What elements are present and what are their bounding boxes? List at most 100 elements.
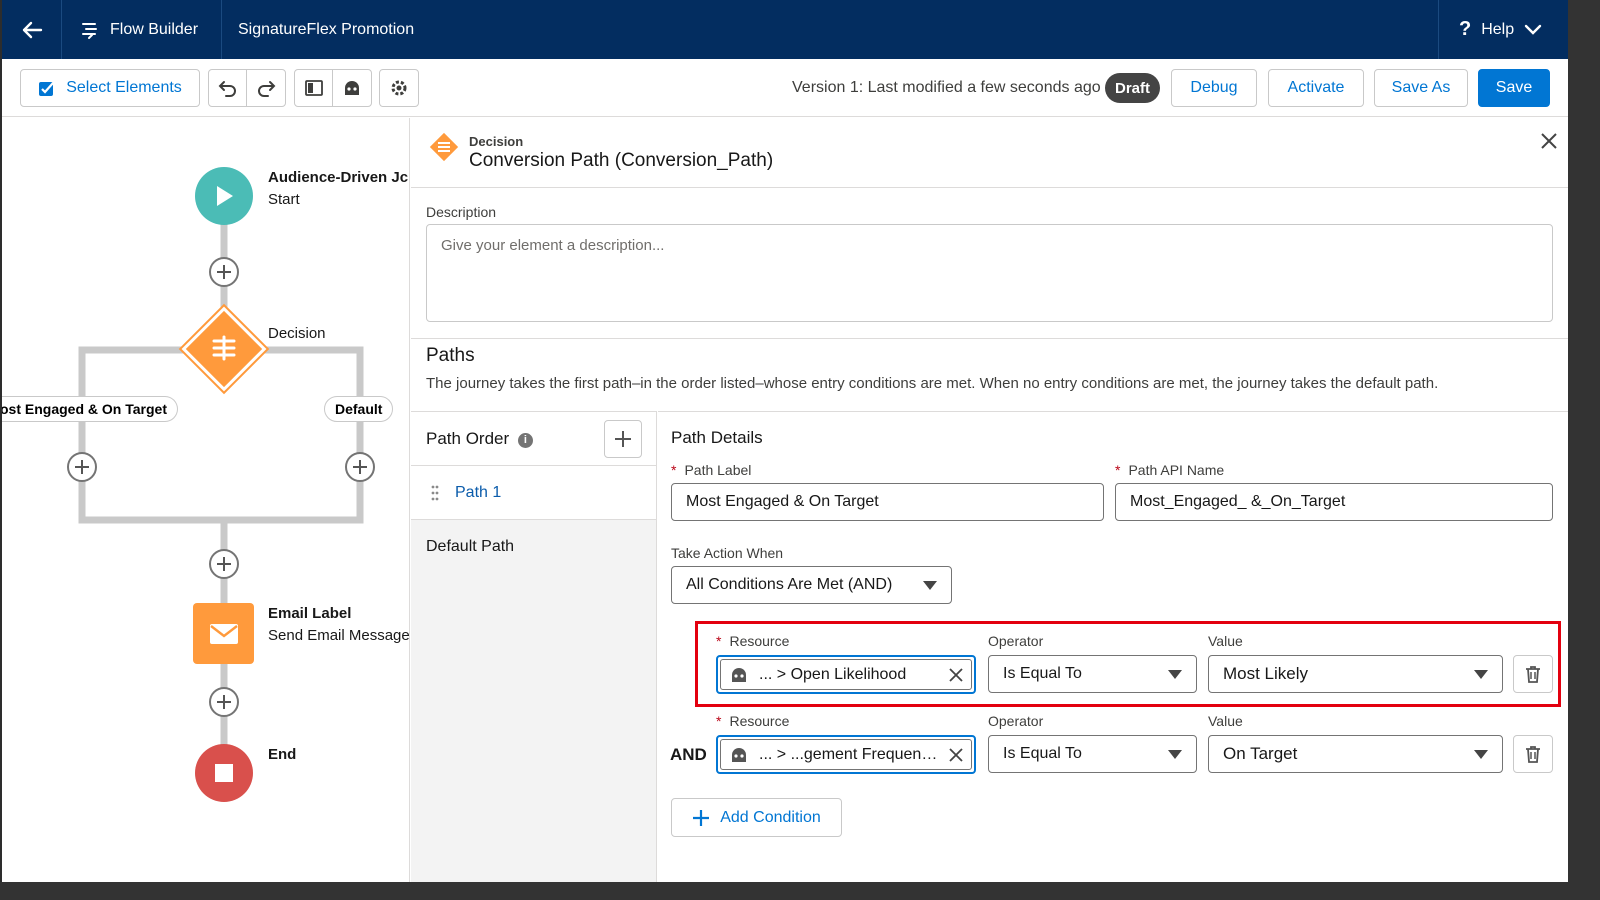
bot-icon — [345, 81, 359, 95]
help-label: Help — [1481, 20, 1515, 38]
clear-icon[interactable] — [949, 667, 963, 682]
email-node[interactable] — [193, 603, 254, 664]
operator-value: Is Equal To — [1003, 665, 1082, 682]
play-icon — [217, 186, 233, 206]
arrow-left-icon — [22, 21, 42, 38]
resource-label: * Resource — [716, 713, 789, 729]
path-order-list: Path Order i Path 1 Default Path — [411, 411, 657, 882]
value-select[interactable]: Most Likely — [1208, 655, 1503, 693]
back-button[interactable] — [2, 0, 62, 59]
resource-picker[interactable]: ... > ...gement Frequency... — [716, 735, 976, 774]
caret-down-icon — [1168, 669, 1182, 679]
caret-down-icon — [1474, 749, 1488, 759]
close-icon — [1541, 133, 1557, 149]
add-element-button[interactable] — [67, 452, 97, 482]
chevron-down-icon — [1524, 24, 1542, 35]
checkbox-icon — [39, 82, 55, 96]
redo-button[interactable] — [247, 70, 285, 106]
operator-select[interactable]: Is Equal To — [988, 735, 1197, 773]
value-value: On Target — [1223, 744, 1298, 763]
bot-icon — [732, 667, 746, 682]
save-as-button[interactable]: Save As — [1374, 69, 1468, 107]
close-panel-button[interactable] — [1540, 132, 1558, 155]
plus-icon — [217, 695, 231, 709]
resource-label: * Resource — [716, 633, 789, 649]
toolbar: Select Elements Version 1: Last modified… — [2, 59, 1568, 117]
select-elements-button[interactable]: Select Elements — [20, 69, 200, 107]
resource-picker[interactable]: ... > Open Likelihood — [716, 655, 976, 694]
delete-condition-button[interactable] — [1513, 735, 1553, 773]
description-textarea[interactable]: Give your element a description... — [426, 224, 1553, 322]
info-icon[interactable]: i — [517, 433, 533, 448]
decision-node-label: Decision — [268, 325, 326, 342]
path-order-title: Path Order i — [426, 429, 533, 449]
drag-handle-icon[interactable] — [431, 485, 439, 501]
path-order-header: Path Order i — [411, 412, 656, 466]
value-label: Value — [1208, 633, 1243, 649]
add-element-button[interactable] — [209, 687, 239, 717]
end-node-title: End — [268, 746, 297, 763]
path-item[interactable]: Path 1 — [411, 466, 656, 520]
plus-icon — [693, 809, 710, 826]
take-action-value: All Conditions Are Met (AND) — [686, 576, 893, 593]
save-button[interactable]: Save — [1478, 69, 1550, 107]
resource-label-text: Resource — [729, 713, 790, 729]
value-select[interactable]: On Target — [1208, 735, 1503, 773]
take-action-select[interactable]: All Conditions Are Met (AND) — [671, 566, 952, 604]
caret-down-icon — [1474, 669, 1488, 679]
plus-icon — [217, 557, 231, 571]
path-api-name-label: * Path API Name — [1115, 462, 1224, 478]
plus-icon — [615, 431, 631, 447]
resource-pill: ... > Open Likelihood — [720, 659, 972, 690]
help-menu[interactable]: ? Help — [1438, 0, 1568, 59]
default-path-item[interactable]: Default Path — [426, 538, 514, 556]
plus-icon — [75, 460, 89, 474]
path-api-name-label-text: Path API Name — [1128, 462, 1225, 478]
settings-button[interactable] — [380, 70, 418, 106]
caret-down-icon — [923, 580, 937, 590]
activate-button[interactable]: Activate — [1268, 69, 1364, 107]
path-label-label-text: Path Label — [684, 462, 752, 478]
required-marker: * — [716, 633, 722, 649]
end-node[interactable] — [195, 744, 253, 802]
add-element-button[interactable] — [345, 452, 375, 482]
einstein-button[interactable] — [333, 70, 371, 106]
settings-group — [379, 69, 419, 107]
branch-label-default[interactable]: Default — [324, 396, 394, 422]
flow-icon — [82, 22, 97, 39]
add-path-button[interactable] — [604, 420, 642, 458]
description-label: Description — [426, 204, 497, 220]
undo-button[interactable] — [209, 70, 247, 106]
path-api-name-input[interactable]: Most_Engaged_ &_On_Target — [1115, 483, 1553, 521]
path-details-title: Path Details — [671, 428, 763, 447]
path-label-input[interactable]: Most Engaged & On Target — [671, 483, 1104, 521]
start-node[interactable] — [195, 167, 253, 225]
add-condition-button[interactable]: Add Condition — [671, 798, 842, 837]
toggle-panel-button[interactable] — [295, 70, 333, 106]
app-window: Flow Builder SignatureFlex Promotion ? H… — [0, 0, 1568, 882]
flow-name: SignatureFlex Promotion — [238, 20, 415, 38]
flow-canvas[interactable]: Audience-Driven Jc Start Decision ost En… — [2, 118, 410, 882]
debug-button[interactable]: Debug — [1171, 69, 1257, 107]
add-element-button[interactable] — [209, 257, 239, 287]
decision-icon — [429, 132, 459, 162]
bot-icon — [732, 747, 746, 762]
app-name-label: Flow Builder — [110, 20, 199, 38]
version-info: Version 1: Last modified a few seconds a… — [792, 79, 1101, 96]
paths-section: Paths The journey takes the first path–i… — [411, 338, 1568, 411]
trash-icon — [1526, 746, 1540, 763]
branch-label-path1[interactable]: ost Engaged & On Target — [2, 396, 178, 422]
required-marker: * — [671, 462, 677, 478]
delete-condition-button[interactable] — [1513, 655, 1553, 693]
path-label-label: * Path Label — [671, 462, 751, 478]
clear-icon[interactable] — [949, 747, 963, 762]
global-header: Flow Builder SignatureFlex Promotion ? H… — [2, 0, 1568, 59]
panel-header: Decision Conversion Path (Conversion_Pat… — [411, 118, 1568, 188]
email-node-subtitle: Send Email Message — [268, 627, 410, 644]
panel-icon — [304, 80, 323, 96]
add-condition-label: Add Condition — [720, 808, 821, 826]
add-element-button[interactable] — [209, 549, 239, 579]
operator-select[interactable]: Is Equal To — [988, 655, 1197, 693]
take-action-label: Take Action When — [671, 545, 784, 561]
path-order-label: Path Order — [426, 429, 510, 448]
